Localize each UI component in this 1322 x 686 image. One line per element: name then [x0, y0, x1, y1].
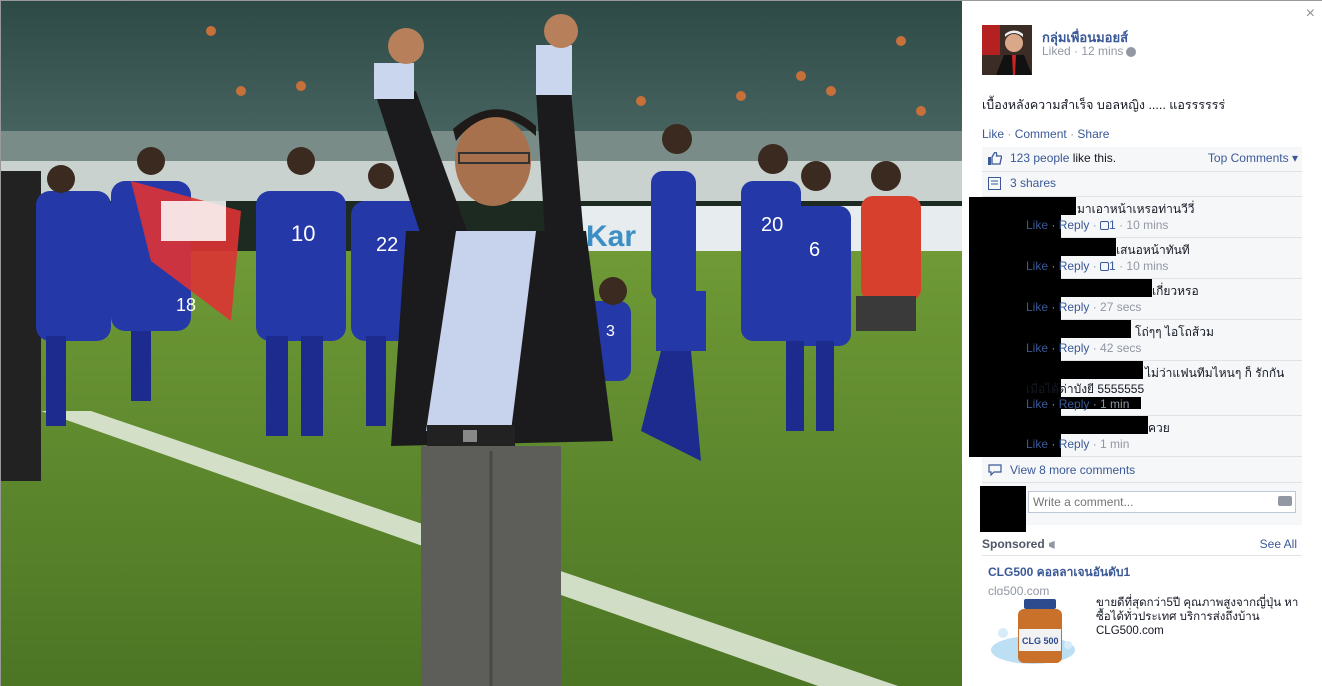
comment-text: โถ่ๆๆ ไอโถส้วม — [1135, 325, 1214, 339]
comment-actions: Like · Reply · 27 secs — [1026, 300, 1142, 314]
redacted-name — [1061, 361, 1143, 379]
banner-text: Kar — [586, 220, 636, 253]
comment-item: ไม่ว่าแฟนทีมไหนๆ ก็ รักกัน เมื่อได้ด่าบั… — [969, 361, 1302, 416]
comment-reply-link[interactable]: Reply — [1059, 341, 1090, 355]
likes-count-link[interactable]: 123 people — [1010, 151, 1069, 165]
comment-reply-link[interactable]: Reply — [1059, 437, 1090, 451]
comment-actions: Like · Reply · 1 min — [1026, 437, 1130, 451]
comments-box: 123 people like this. Top Comments ▾ 3 s… — [969, 147, 1302, 532]
post-actions: Like · Comment · Share — [982, 127, 1110, 141]
comment-text: ไม่ว่าแฟนทีมไหนๆ ก็ รักกัน — [1145, 366, 1285, 380]
like-link[interactable]: Like — [982, 127, 1004, 141]
shares-link[interactable]: 3 shares — [1010, 176, 1056, 190]
comment-item: มาเอาหน้าเหรอท่านวีวี่ Like · Reply · 1 … — [969, 197, 1302, 238]
thumbs-up-icon — [988, 152, 1002, 165]
megaphone-icon — [1048, 540, 1055, 549]
post-meta: Liked · 12 mins — [1042, 44, 1137, 58]
comment-item: โถ่ๆๆ ไอโถส้วม Like · Reply · 42 secs — [969, 320, 1302, 361]
comment-like-link[interactable]: Like — [1026, 437, 1048, 451]
comment-actions: Like · Reply · 1 min — [1026, 397, 1130, 411]
comment-time[interactable]: 1 min — [1100, 437, 1129, 451]
comment-likes[interactable]: 1 — [1109, 218, 1116, 232]
photo-viewer: Kar 10 22 18 20 6 3 × กลุ่มเพื่อนมอยส์ L… — [0, 0, 1322, 686]
comment-text: เกี่ยวหรอ — [1152, 284, 1199, 298]
shirt-number: 22 — [376, 234, 398, 256]
comment-reply-link[interactable]: Reply — [1059, 218, 1090, 232]
comment-actions: Like · Reply · 42 secs — [1026, 341, 1142, 355]
comment-item: ควย Like · Reply · 1 min — [969, 416, 1302, 457]
top-comments-dropdown[interactable]: Top Comments ▾ — [1208, 147, 1298, 170]
globe-icon — [1126, 46, 1137, 57]
comment-actions: Like · Reply · 1 · 10 mins — [1026, 218, 1169, 232]
viewer-avatar — [980, 486, 1026, 532]
ad-body: ขายดีที่สุดกว่า5ปี คุณภาพสูงจากญี่ปุ่น ห… — [1096, 597, 1299, 637]
comment-text: ควย — [1148, 421, 1170, 435]
post-panel: × กลุ่มเพื่อนมอยส์ Liked · 12 mins เบื้อ… — [962, 1, 1322, 686]
comment-actions: Like · Reply · 1 · 10 mins — [1026, 259, 1169, 273]
sponsored-ad[interactable]: CLG500 คอลลาเจนอันดับ1 clg500.com CLG 50… — [988, 563, 1303, 667]
comment-like-link[interactable]: Like — [1026, 218, 1048, 232]
comment-like-link[interactable]: Like — [1026, 341, 1048, 355]
top-comments-label: Top Comments — [1207, 151, 1289, 165]
comment-likes[interactable]: 1 — [1109, 259, 1116, 273]
sponsored-header: Sponsored See All — [982, 535, 1302, 556]
redacted-name — [1061, 197, 1076, 215]
comment-reply-link[interactable]: Reply — [1059, 259, 1090, 273]
thumbs-up-icon — [1100, 221, 1110, 231]
post-meta-text: Liked · 12 mins — [1042, 44, 1124, 58]
comment-time[interactable]: 10 mins — [1126, 259, 1168, 273]
comment-reply-link[interactable]: Reply — [1059, 300, 1090, 314]
comment-bubble-icon — [988, 464, 1002, 476]
ad-title[interactable]: CLG500 คอลลาเจนอันดับ1 — [988, 563, 1303, 582]
comment-item: เสนอหน้าทันที Like · Reply · 1 · 10 mins — [969, 238, 1302, 279]
comment-text: เสนอหน้าทันที — [1116, 243, 1190, 257]
comment-item: เกี่ยวหรอ Like · Reply · 27 secs — [969, 279, 1302, 320]
redacted-name — [1061, 238, 1116, 256]
shirt-number: 10 — [291, 221, 315, 246]
shirt-number: 6 — [809, 239, 820, 261]
ad-product-image[interactable]: CLG 500 — [988, 595, 1088, 667]
comment-like-link[interactable]: Like — [1026, 259, 1048, 273]
see-all-link[interactable]: See All — [1260, 537, 1297, 551]
likes-row: 123 people like this. Top Comments ▾ — [982, 147, 1302, 172]
comment-time[interactable]: 1 min — [1100, 397, 1129, 411]
close-icon[interactable]: × — [1306, 5, 1315, 23]
shares-row: 3 shares — [982, 172, 1302, 197]
thumbs-up-icon — [1100, 262, 1110, 272]
comment-like-link[interactable]: Like — [1026, 300, 1048, 314]
comment-like-link[interactable]: Like — [1026, 397, 1048, 411]
view-more-comments[interactable]: View 8 more comments — [982, 457, 1302, 483]
shirt-number: 18 — [176, 295, 196, 315]
comment-time[interactable]: 10 mins — [1126, 218, 1168, 232]
author-avatar[interactable] — [982, 25, 1032, 75]
comment-time[interactable]: 42 secs — [1100, 341, 1141, 355]
photo: Kar 10 22 18 20 6 3 — [1, 1, 962, 686]
redacted-name — [1061, 320, 1131, 338]
share-icon — [988, 177, 1001, 190]
comment-time[interactable]: 27 secs — [1100, 300, 1141, 314]
bottle-label: CLG 500 — [1022, 636, 1059, 646]
write-comment-row — [980, 483, 1302, 532]
shirt-number: 20 — [761, 214, 783, 236]
sponsored-label: Sponsored — [982, 537, 1045, 551]
shirt-number: 3 — [606, 323, 615, 340]
redacted-name — [1061, 279, 1152, 297]
comment-text: มาเอาหน้าเหรอท่านวีวี่ — [1077, 202, 1195, 216]
share-link[interactable]: Share — [1077, 127, 1109, 141]
post-text: เบื้องหลังความสำเร็จ บอลหญิง ..... แอรรร… — [982, 98, 1226, 112]
camera-icon[interactable] — [1278, 496, 1292, 506]
redacted-name — [1061, 416, 1148, 434]
photo-stage[interactable]: Kar 10 22 18 20 6 3 — [1, 1, 962, 686]
comment-reply-link[interactable]: Reply — [1059, 397, 1090, 411]
view-more-label: View 8 more comments — [1010, 463, 1136, 477]
caret-down-icon: ▾ — [1291, 151, 1298, 165]
comment-input[interactable] — [1028, 491, 1296, 513]
sponsored-title: Sponsored — [982, 537, 1059, 551]
comment-link[interactable]: Comment — [1015, 127, 1067, 141]
likes-suffix: like this. — [1069, 151, 1117, 165]
